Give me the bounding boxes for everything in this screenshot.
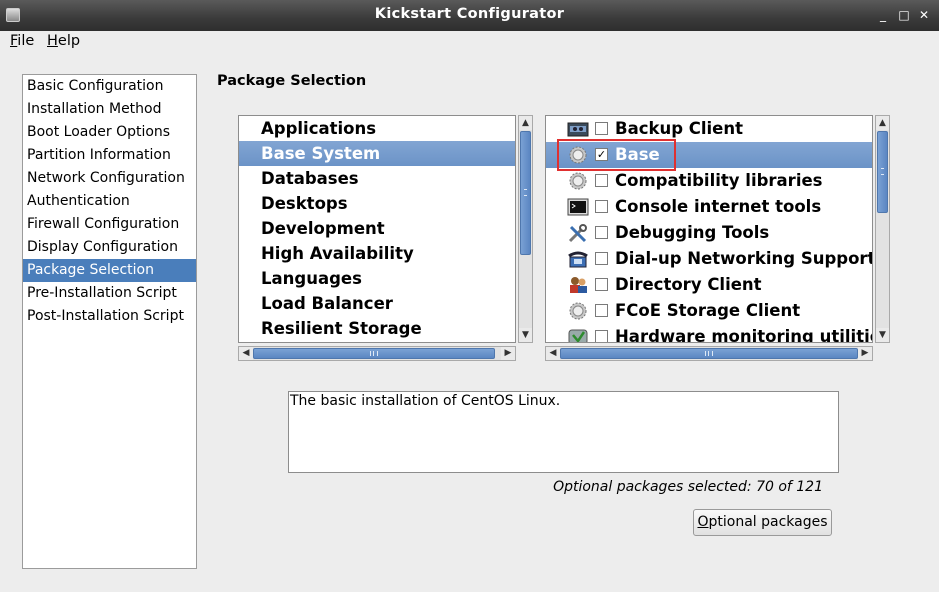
terminal-icon bbox=[567, 198, 589, 216]
sidebar-item-authentication[interactable]: Authentication bbox=[23, 190, 196, 213]
scroll-thumb[interactable] bbox=[560, 348, 858, 359]
package-item-directory-client[interactable]: Directory Client bbox=[546, 272, 872, 298]
maximize-button[interactable]: □ bbox=[895, 6, 913, 24]
menu-help[interactable]: Help bbox=[47, 33, 80, 49]
optional-packages-button[interactable]: Optional packages bbox=[693, 509, 832, 536]
package-list-vscrollbar[interactable]: ▲ ▼ bbox=[875, 115, 890, 343]
menu-bar: File Help bbox=[0, 31, 939, 55]
monitor-icon bbox=[568, 329, 588, 342]
sidebar-item-network-configuration[interactable]: Network Configuration bbox=[23, 167, 196, 190]
package-label: FCoE Storage Client bbox=[615, 301, 801, 320]
users-icon bbox=[570, 277, 587, 293]
package-label: Compatibility libraries bbox=[615, 171, 823, 190]
package-checkbox[interactable] bbox=[595, 200, 608, 213]
sidebar-item-basic-configuration[interactable]: Basic Configuration bbox=[23, 75, 196, 98]
group-item-languages[interactable]: Languages bbox=[239, 266, 515, 291]
package-checkbox[interactable] bbox=[595, 304, 608, 317]
group-item-desktops[interactable]: Desktops bbox=[239, 191, 515, 216]
package-item-dial-up-networking-support[interactable]: Dial-up Networking Support bbox=[546, 246, 873, 272]
sidebar-item-display-configuration[interactable]: Display Configuration bbox=[23, 236, 196, 259]
page-title: Package Selection bbox=[217, 73, 367, 89]
minimize-button[interactable]: _ bbox=[874, 6, 892, 24]
scroll-thumb[interactable] bbox=[253, 348, 495, 359]
gear-icon bbox=[569, 172, 587, 190]
group-item-resilient-storage[interactable]: Resilient Storage bbox=[239, 316, 515, 341]
package-list-hscrollbar[interactable]: ◀ ▶ bbox=[545, 346, 873, 361]
package-checkbox[interactable] bbox=[595, 122, 608, 135]
title-bar[interactable]: Kickstart Configurator _ □ ✕ bbox=[0, 0, 939, 31]
sidebar-item-boot-loader-options[interactable]: Boot Loader Options bbox=[23, 121, 196, 144]
package-checkbox[interactable] bbox=[595, 174, 608, 187]
group-item-base-system[interactable]: Base System bbox=[239, 141, 515, 166]
sidebar-item-partition-information[interactable]: Partition Information bbox=[23, 144, 196, 167]
menu-help-mnemonic: H bbox=[47, 33, 58, 49]
package-item-console-internet-tools[interactable]: Console internet tools bbox=[546, 194, 872, 220]
package-item-hardware-monitoring-utilities[interactable]: Hardware monitoring utilitie bbox=[546, 324, 873, 343]
package-label: Hardware monitoring utilitie bbox=[615, 327, 873, 343]
gear-icon bbox=[569, 302, 587, 320]
optional-packages-label: ptional packages bbox=[708, 514, 828, 530]
sidebar-item-post-installation-script[interactable]: Post-Installation Script bbox=[23, 305, 196, 328]
package-item-debugging-tools[interactable]: Debugging Tools bbox=[546, 220, 872, 246]
group-item-applications[interactable]: Applications bbox=[239, 116, 515, 141]
scroll-thumb[interactable] bbox=[520, 131, 531, 255]
menu-help-label: elp bbox=[57, 33, 81, 49]
package-checkbox[interactable] bbox=[595, 330, 608, 342]
package-label: Dial-up Networking Support bbox=[615, 249, 873, 268]
optional-packages-mnemonic: O bbox=[697, 514, 709, 530]
package-checkbox[interactable] bbox=[595, 252, 608, 265]
tools-icon bbox=[568, 224, 587, 243]
group-item-development[interactable]: Development bbox=[239, 216, 515, 241]
scroll-right-arrow-icon[interactable]: ▶ bbox=[501, 347, 515, 360]
highlight-box bbox=[557, 139, 676, 171]
scroll-down-arrow-icon[interactable]: ▼ bbox=[519, 328, 532, 342]
scroll-left-arrow-icon[interactable]: ◀ bbox=[239, 347, 253, 360]
sidebar-item-firewall-configuration[interactable]: Firewall Configuration bbox=[23, 213, 196, 236]
window-title: Kickstart Configurator bbox=[374, 6, 565, 22]
package-item-fcoe-storage-client[interactable]: FCoE Storage Client bbox=[546, 298, 872, 324]
sidebar-item-package-selection[interactable]: Package Selection bbox=[23, 259, 196, 282]
optional-packages-status: Optional packages selected: 70 of 121 bbox=[553, 479, 823, 495]
description-box: The basic installation of CentOS Linux. bbox=[288, 391, 839, 473]
package-checkbox[interactable] bbox=[595, 278, 608, 291]
menu-file-label: ile bbox=[17, 33, 35, 49]
menu-file[interactable]: File bbox=[10, 33, 34, 49]
package-label: Debugging Tools bbox=[615, 223, 770, 242]
sidebar-item-pre-installation-script[interactable]: Pre-Installation Script bbox=[23, 282, 196, 305]
scroll-down-arrow-icon[interactable]: ▼ bbox=[876, 328, 889, 342]
group-list-hscrollbar[interactable]: ◀ ▶ bbox=[238, 346, 516, 361]
package-item-compatibility-libraries[interactable]: Compatibility libraries bbox=[546, 168, 872, 194]
scroll-thumb[interactable] bbox=[877, 131, 888, 213]
sidebar-nav: Basic Configuration Installation Method … bbox=[22, 74, 197, 569]
group-item-high-availability[interactable]: High Availability bbox=[239, 241, 515, 266]
package-checkbox[interactable] bbox=[595, 226, 608, 239]
phone-icon bbox=[568, 251, 588, 268]
scroll-right-arrow-icon[interactable]: ▶ bbox=[858, 347, 872, 360]
package-label: Console internet tools bbox=[615, 197, 822, 216]
scroll-up-arrow-icon[interactable]: ▲ bbox=[876, 116, 889, 130]
tape-drive-icon bbox=[567, 122, 589, 137]
scroll-up-arrow-icon[interactable]: ▲ bbox=[519, 116, 532, 130]
group-item-databases[interactable]: Databases bbox=[239, 166, 515, 191]
scroll-left-arrow-icon[interactable]: ◀ bbox=[546, 347, 560, 360]
package-label: Backup Client bbox=[615, 119, 744, 138]
close-button[interactable]: ✕ bbox=[915, 6, 933, 24]
group-list-vscrollbar[interactable]: ▲ ▼ bbox=[518, 115, 533, 343]
package-label: Directory Client bbox=[615, 275, 762, 294]
group-list: Applications Base System Databases Deskt… bbox=[238, 115, 516, 343]
sidebar-item-installation-method[interactable]: Installation Method bbox=[23, 98, 196, 121]
group-item-load-balancer[interactable]: Load Balancer bbox=[239, 291, 515, 316]
